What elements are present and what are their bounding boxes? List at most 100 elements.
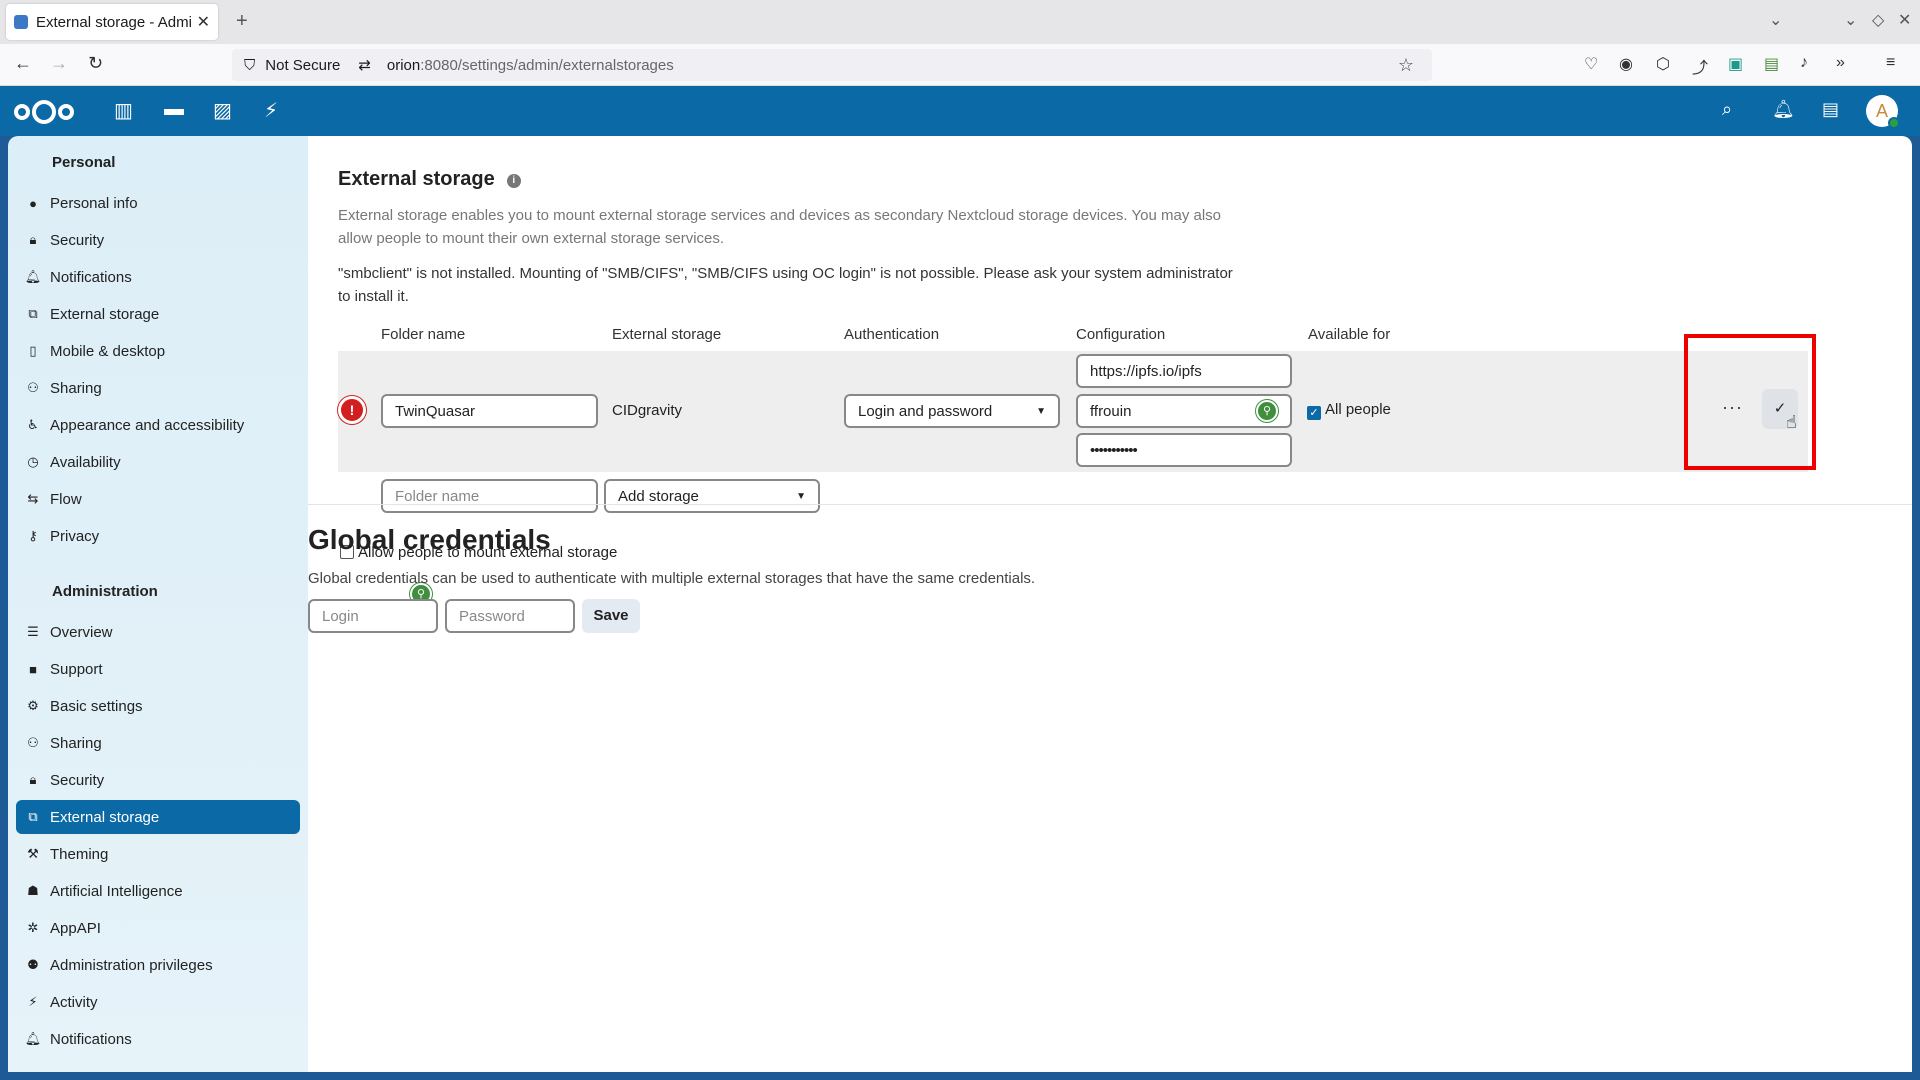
- sidebar-item-security[interactable]: 🔒︎ Security: [16, 223, 300, 257]
- extension-screenshot-icon[interactable]: ▣: [1728, 54, 1743, 74]
- forward-icon[interactable]: →: [50, 53, 68, 74]
- minimize-icon[interactable]: ⌄: [1844, 10, 1857, 30]
- external-storage-icon: ⧉: [28, 809, 38, 824]
- bolt-icon: ⚡: [28, 994, 38, 1009]
- key-icon: ⚷: [28, 528, 38, 543]
- sidebar-item-personal-info[interactable]: ● Personal info: [16, 186, 300, 220]
- maximize-icon[interactable]: ◇: [1872, 10, 1884, 30]
- permissions-icon[interactable]: ⇄: [358, 56, 371, 74]
- new-tab-icon[interactable]: +: [236, 10, 248, 33]
- extension-share-icon[interactable]: ⤴: [1692, 54, 1708, 78]
- account-icon[interactable]: ◉: [1619, 54, 1633, 74]
- url-host: orion: [386, 56, 421, 74]
- clock-icon: ◷: [27, 454, 39, 469]
- nextcloud-logo-icon[interactable]: [14, 100, 74, 124]
- cog-star-icon: ✲: [27, 920, 39, 935]
- sidebar-item-artificial-intelligence[interactable]: ☗ Artificial Intelligence: [16, 874, 300, 908]
- authentication-select[interactable]: Login and password ▼: [844, 394, 1060, 428]
- bell-icon: 🔔︎: [24, 1031, 42, 1046]
- page-title: External storage i: [338, 168, 521, 191]
- nextcloud-favicon-icon: [14, 15, 28, 29]
- checkbox-checked-icon[interactable]: ✓: [1307, 406, 1321, 420]
- global-login-input[interactable]: Login: [308, 599, 438, 633]
- config-user-input[interactable]: ffrouin ⚲: [1076, 394, 1292, 428]
- sidebar-item-appapi[interactable]: ✲ AppAPI: [16, 911, 300, 945]
- global-credentials-title: Global credentials: [308, 524, 551, 555]
- shield-icon[interactable]: ⛉: [244, 57, 255, 74]
- column-header-external-storage: External storage: [612, 326, 722, 343]
- back-icon[interactable]: ←: [14, 53, 32, 74]
- sidebar-item-admin-sharing[interactable]: ⚇ Sharing: [16, 726, 300, 760]
- tab-title: External storage - Adminis: [36, 13, 191, 31]
- new-folder-name-input[interactable]: Folder name: [381, 479, 598, 513]
- add-storage-select[interactable]: Add storage ▼: [604, 479, 820, 513]
- files-folder-icon[interactable]: ▬: [164, 98, 184, 121]
- search-icon[interactable]: ⌕: [1722, 99, 1732, 120]
- pocket-icon[interactable]: ♡: [1584, 54, 1598, 74]
- sidebar-item-theming[interactable]: ⚒ Theming: [16, 837, 300, 871]
- url-bar[interactable]: ⛉ Not Secure ⇄ orion:8080/settings/admin…: [232, 49, 1432, 81]
- photos-icon[interactable]: ▨: [213, 98, 232, 123]
- sidebar-item-administration-privileges[interactable]: ⚉ Administration privileges: [16, 948, 300, 982]
- main-content: External storage i External storage enabl…: [308, 136, 1912, 1072]
- reload-icon[interactable]: ↻: [88, 53, 103, 74]
- share-icon: ⚇: [27, 380, 39, 395]
- sidebar-item-availability[interactable]: ◷ Availability: [16, 445, 300, 479]
- sidebar-item-sharing[interactable]: ⚇ Sharing: [16, 371, 300, 405]
- sidebar-item-external-storage[interactable]: ⧉ External storage: [16, 297, 300, 331]
- hamburger-menu-icon[interactable]: ≡: [1886, 54, 1895, 72]
- sidebar-item-admin-external-storage[interactable]: ⧉ External storage: [16, 800, 300, 834]
- bookmark-star-icon[interactable]: ☆: [1398, 55, 1414, 76]
- user-avatar[interactable]: A: [1866, 95, 1900, 129]
- share-icon: ⚇: [27, 735, 39, 750]
- accessibility-icon: ♿︎: [27, 417, 39, 432]
- window-close-icon[interactable]: ✕: [1898, 10, 1911, 30]
- sidebar-item-mobile-desktop[interactable]: ▯ Mobile & desktop: [16, 334, 300, 368]
- global-password-input[interactable]: Password: [445, 599, 575, 633]
- online-status-icon: [1888, 117, 1900, 129]
- not-secure-label[interactable]: Not Secure: [265, 57, 340, 74]
- sidebar-item-activity[interactable]: ⚡ Activity: [16, 985, 300, 1019]
- sidebar-item-flow[interactable]: ⇆ Flow: [16, 482, 300, 516]
- phone-icon: ▯: [29, 343, 37, 358]
- config-password-input[interactable]: •••••••••••: [1076, 433, 1292, 467]
- music-icon[interactable]: ♪: [1800, 54, 1808, 72]
- browser-tab[interactable]: External storage - Adminis ✕: [6, 4, 218, 40]
- sidebar-item-basic-settings[interactable]: ⚙ Basic settings: [16, 689, 300, 723]
- sidebar-item-admin-notifications[interactable]: 🔔︎ Notifications: [16, 1022, 300, 1056]
- sliders-icon: ☰: [27, 624, 39, 639]
- extension-badge-icon[interactable]: ▤: [1764, 54, 1779, 74]
- global-credentials-save-button[interactable]: Save: [582, 599, 640, 633]
- tab-list-icon[interactable]: ⌄: [1769, 10, 1782, 30]
- dashboard-icon[interactable]: ▥: [114, 98, 133, 123]
- folder-name-input[interactable]: TwinQuasar: [381, 394, 598, 428]
- column-header-authentication: Authentication: [844, 326, 940, 343]
- activity-bolt-icon[interactable]: ⚡: [264, 98, 278, 123]
- url-path: :8080/settings/admin/externalstorages: [420, 56, 674, 74]
- sidebar-item-overview[interactable]: ☰ Overview: [16, 615, 300, 649]
- personal-section-title: Personal: [52, 154, 116, 171]
- available-for-option[interactable]: ✓ All people: [1307, 401, 1391, 420]
- sidebar-item-privacy[interactable]: ⚷ Privacy: [16, 519, 300, 553]
- notifications-bell-icon[interactable]: 🔔︎: [1772, 99, 1795, 120]
- sidebar-item-notifications[interactable]: 🔔︎ Notifications: [16, 260, 300, 294]
- administration-section-title: Administration: [52, 583, 158, 600]
- config-url-input[interactable]: https://ipfs.io/ipfs: [1076, 354, 1292, 388]
- lock-icon: 🔒︎: [29, 772, 37, 787]
- smbclient-warning: "smbclient" is not installed. Mounting o…: [338, 265, 1233, 305]
- error-status-icon[interactable]: !: [338, 396, 366, 424]
- global-credentials-description: Global credentials can be used to authen…: [308, 570, 1036, 587]
- sidebar-item-appearance[interactable]: ♿︎ Appearance and accessibility: [16, 408, 300, 442]
- info-icon[interactable]: i: [506, 174, 521, 188]
- sidebar-item-support[interactable]: ■ Support: [16, 652, 300, 686]
- section-divider: [308, 504, 1912, 505]
- overflow-menu-icon[interactable]: »: [1836, 54, 1845, 72]
- extensions-icon[interactable]: ⬡: [1656, 54, 1670, 74]
- flow-icon: ⇆: [27, 491, 39, 506]
- storage-type-label: CIDgravity: [612, 402, 683, 419]
- sidebar-item-admin-security[interactable]: 🔒︎ Security: [16, 763, 300, 797]
- dropdown-caret-icon: ▼: [1036, 405, 1046, 417]
- close-tab-icon[interactable]: ✕: [197, 12, 210, 32]
- contacts-icon[interactable]: ▤: [1822, 99, 1839, 120]
- password-manager-icon[interactable]: ⚲: [1256, 400, 1278, 422]
